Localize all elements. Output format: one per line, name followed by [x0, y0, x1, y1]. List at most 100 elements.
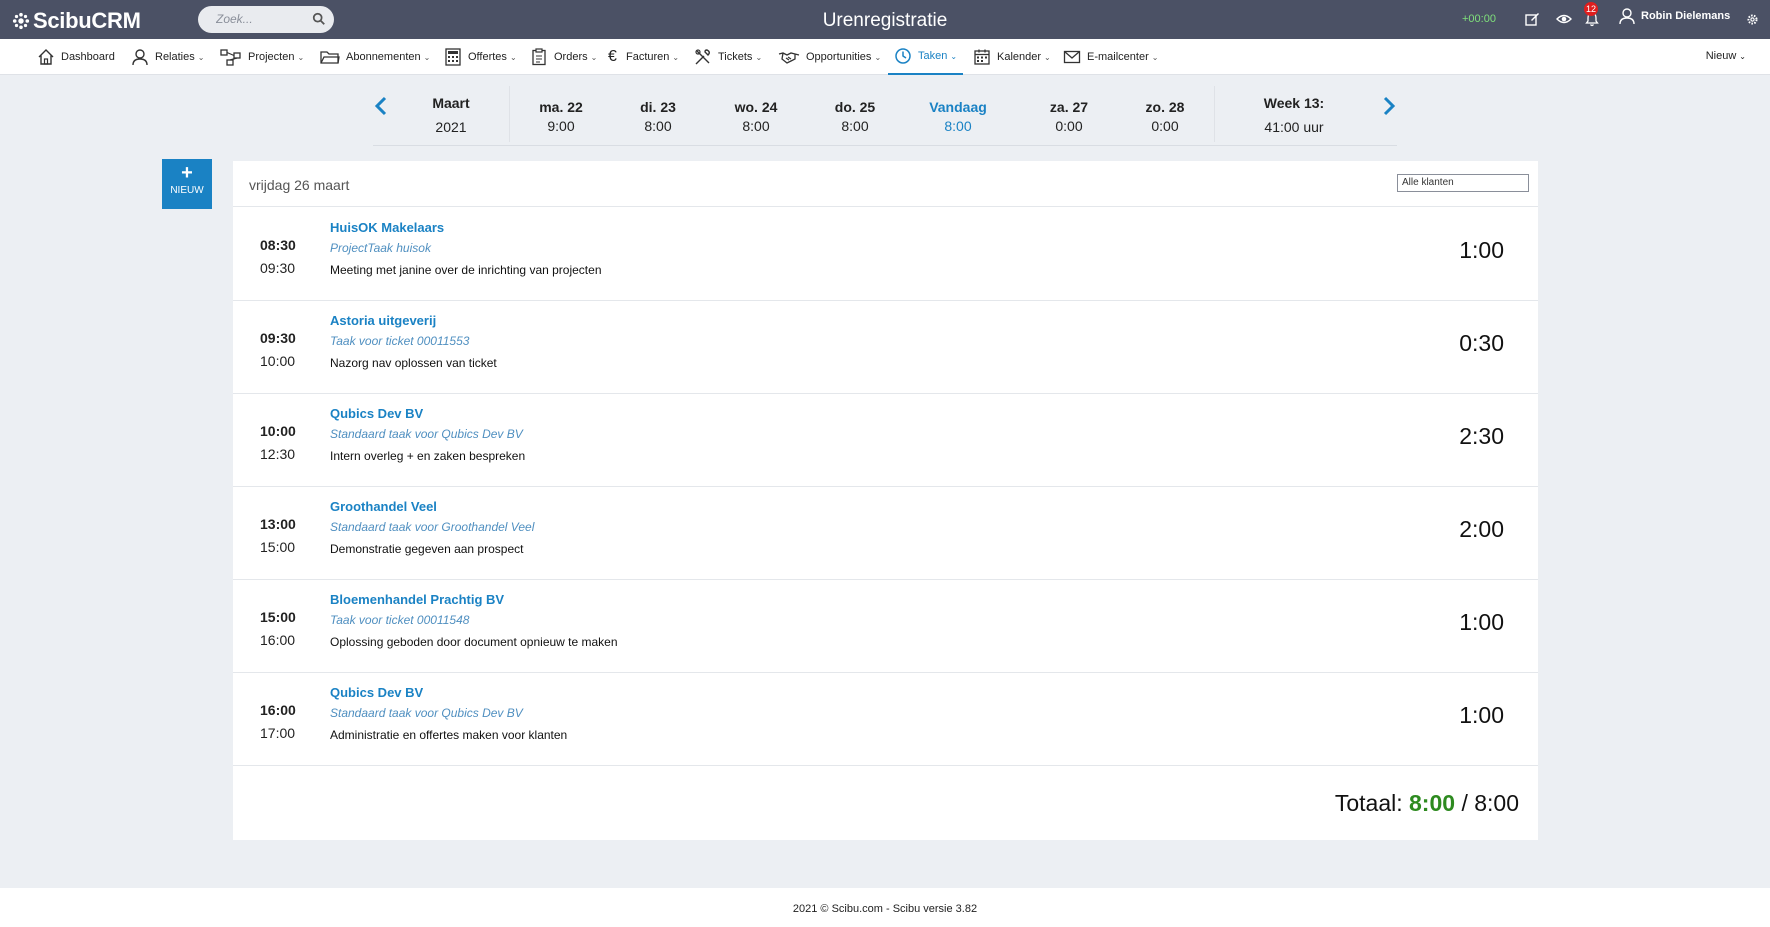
week-total-cell: Week 13: 41:00 uur — [1239, 82, 1349, 146]
project-icon — [220, 49, 241, 66]
day-cell-zo-28[interactable]: zo. 28 0:00 — [1125, 82, 1205, 146]
nav-label: Facturen — [626, 51, 670, 63]
search-input[interactable] — [216, 12, 311, 26]
footer: 2021 © Scibu.com - Scibu versie 3.82 — [0, 888, 1770, 927]
entry-task-link[interactable]: Standaard taak voor Qubics Dev BV — [330, 427, 523, 441]
top-bar: ScibuCRM Urenregistratie +00:00 12 Robin… — [0, 0, 1770, 39]
day-cell-di-23[interactable]: di. 23 8:00 — [618, 82, 698, 146]
entry-client-link[interactable]: Qubics Dev BV — [330, 406, 423, 421]
nav-item-abonnementen[interactable]: Abonnementen ⌄ — [320, 39, 430, 75]
time-entry-row[interactable]: 13:00 15:00 Groothandel Veel Standaard t… — [233, 487, 1538, 580]
search-icon[interactable] — [312, 12, 326, 26]
entry-task-link[interactable]: Standaard taak voor Qubics Dev BV — [330, 706, 523, 720]
day-total: Totaal: 8:00 / 8:00 — [1335, 790, 1519, 817]
nav-new-menu[interactable]: Nieuw ⌄ — [1706, 50, 1746, 62]
nav-label: Opportunities — [806, 51, 872, 63]
entry-description: Oplossing geboden door document opnieuw … — [330, 635, 618, 649]
divider — [1214, 86, 1215, 142]
nav-item-offertes[interactable]: Offertes ⌄ — [444, 39, 517, 75]
entry-start-time: 09:30 — [260, 330, 296, 346]
day-panel-header: vrijdag 26 maart Alle klanten — [233, 161, 1538, 207]
time-entry-row[interactable]: 10:00 12:30 Qubics Dev BV Standaard taak… — [233, 394, 1538, 487]
nav-label: Dashboard — [61, 51, 115, 63]
nav-label: Abonnementen — [346, 51, 421, 63]
mail-icon — [1063, 50, 1081, 64]
day-cell-ma-22[interactable]: ma. 22 9:00 — [521, 82, 601, 146]
logo[interactable]: ScibuCRM — [12, 8, 141, 34]
day-cell-wo-24[interactable]: wo. 24 8:00 — [716, 82, 796, 146]
entry-task-link[interactable]: Taak voor ticket 00011548 — [330, 613, 469, 627]
day-cell-do-25[interactable]: do. 25 8:00 — [815, 82, 895, 146]
nav-item-projecten[interactable]: Projecten ⌄ — [220, 39, 304, 75]
month-cell: Maart 2021 — [411, 82, 491, 146]
entry-task-link[interactable]: ProjectTaak huisok — [330, 241, 431, 255]
chevron-down-icon: ⌄ — [423, 52, 431, 62]
entry-client-link[interactable]: Bloemenhandel Prachtig BV — [330, 592, 504, 607]
nav-item-taken[interactable]: Taken ⌄ — [888, 39, 964, 75]
client-filter-select[interactable]: Alle klanten — [1397, 174, 1529, 192]
time-entry-row[interactable]: 08:30 09:30 HuisOK Makelaars ProjectTaak… — [233, 208, 1538, 301]
entry-task-link[interactable]: Standaard taak voor Groothandel Veel — [330, 520, 534, 534]
nav-item-facturen[interactable]: € Facturen ⌄ — [608, 39, 679, 75]
calendar-icon — [974, 49, 990, 65]
user-name: Robin Dielemans — [1641, 10, 1731, 22]
divider — [509, 86, 510, 142]
home-icon — [38, 49, 54, 65]
chevron-down-icon: ⌄ — [509, 52, 517, 62]
edit-icon[interactable] — [1524, 11, 1540, 27]
page-title: Urenregistratie — [822, 10, 948, 31]
entry-client-link[interactable]: Groothandel Veel — [330, 499, 437, 514]
plus-icon: + — [181, 162, 193, 184]
notification-badge[interactable]: 12 — [1584, 2, 1599, 16]
entry-end-time: 10:00 — [260, 353, 296, 369]
entry-client-link[interactable]: HuisOK Makelaars — [330, 220, 444, 235]
gear-icon[interactable] — [1746, 13, 1759, 26]
nav-new-label: Nieuw — [1705, 50, 1737, 62]
nav-item-dashboard[interactable]: Dashboard — [37, 39, 115, 75]
chevron-down-icon: ⌄ — [297, 52, 305, 62]
day-label: do. 25 — [834, 99, 876, 115]
search-box[interactable] — [198, 6, 334, 33]
week-total: 41:00 uur — [1264, 119, 1324, 135]
day-hours: 0:00 — [1151, 118, 1179, 134]
day-cell-za-27[interactable]: za. 27 0:00 — [1029, 82, 1109, 146]
total-value: 8:00 — [1409, 790, 1456, 816]
nav-item-emailcenter[interactable]: E-mailcenter ⌄ — [1063, 39, 1158, 75]
time-entry-row[interactable]: 16:00 17:00 Qubics Dev BV Standaard taak… — [233, 673, 1538, 766]
entry-end-time: 16:00 — [260, 632, 296, 648]
time-entry-row[interactable]: 09:30 10:00 Astoria uitgeverij Taak voor… — [233, 301, 1538, 394]
day-cell-today[interactable]: Vandaag 8:00 — [913, 82, 1003, 146]
nav-label: E-mailcenter — [1087, 51, 1149, 63]
entry-description: Meeting met janine over de inrichting va… — [330, 263, 602, 277]
nav-item-kalender[interactable]: Kalender ⌄ — [973, 39, 1051, 75]
day-hours: 8:00 — [644, 118, 672, 134]
user-menu[interactable]: Robin Dielemans — [1618, 7, 1730, 25]
entry-end-time: 17:00 — [260, 725, 296, 741]
timer-readout[interactable]: +00:00 — [1462, 13, 1496, 25]
entry-task-link[interactable]: Taak voor ticket 00011553 — [330, 334, 469, 348]
scibu-logo-icon — [12, 12, 30, 30]
day-hours: 8:00 — [841, 118, 869, 134]
folder-icon — [320, 51, 340, 64]
entry-start-time: 16:00 — [260, 702, 296, 718]
handshake-icon — [778, 52, 800, 64]
day-title: vrijdag 26 maart — [249, 177, 350, 193]
footer-text: 2021 © Scibu.com - Scibu versie 3.82 — [792, 903, 978, 915]
entry-description: Nazorg nav oplossen van ticket — [330, 356, 497, 370]
nav-item-tickets[interactable]: Tickets ⌄ — [694, 39, 762, 75]
eye-icon[interactable] — [1556, 11, 1572, 27]
user-icon — [1619, 8, 1635, 25]
entry-end-time: 12:30 — [260, 446, 296, 462]
entry-description: Administratie en offertes maken voor kla… — [330, 728, 568, 742]
new-entry-button[interactable]: + NIEUW — [162, 159, 212, 209]
week-overview: Maart 2021 ma. 22 9:00 di. 23 8:00 wo. 2… — [373, 82, 1397, 146]
entry-duration: 1:00 — [1459, 609, 1504, 635]
entry-client-link[interactable]: Astoria uitgeverij — [330, 313, 436, 328]
nav-item-opportunities[interactable]: Opportunities ⌄ — [778, 39, 881, 75]
nav-item-orders[interactable]: Orders ⌄ — [530, 39, 597, 75]
euro-icon: € — [608, 48, 617, 65]
nav-item-relaties[interactable]: Relaties ⌄ — [131, 39, 204, 75]
day-hours: 9:00 — [547, 118, 575, 134]
time-entry-row[interactable]: 15:00 16:00 Bloemenhandel Prachtig BV Ta… — [233, 580, 1538, 673]
entry-client-link[interactable]: Qubics Dev BV — [330, 685, 423, 700]
